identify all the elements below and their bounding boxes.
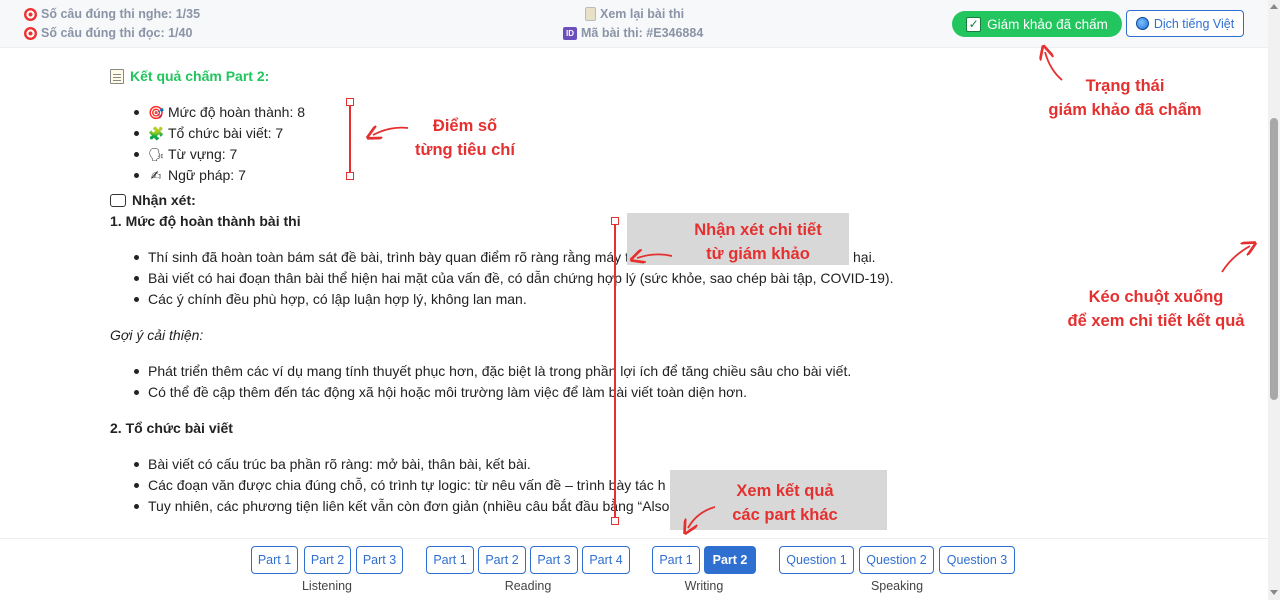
- page-scrollbar[interactable]: [1268, 0, 1280, 600]
- annotation-scores: Điểm số từng tiêu chí: [390, 114, 540, 162]
- writing-part-2-button[interactable]: Part 2: [704, 546, 756, 574]
- reading-part-2-button[interactable]: Part 2: [478, 546, 526, 574]
- list-item-text: Thí sinh đã hoàn toàn bám sát đề bài, tr…: [148, 249, 629, 265]
- graded-status-button[interactable]: ✓ Giám khảo đã chấm: [952, 11, 1122, 37]
- part-navigation: Part 1 Part 2 Part 3 Listening Part 1 Pa…: [0, 538, 1268, 600]
- memo-icon: [110, 69, 124, 84]
- criterion-label: Từ vựng: 7: [168, 146, 238, 162]
- listening-score: Số câu đúng thi nghe: 1/35: [24, 7, 200, 21]
- scrollbar-thumb[interactable]: [1270, 118, 1278, 400]
- exam-code-text: Mã bài thi: #E346884: [581, 26, 704, 40]
- section-title-text: Kết quả chấm Part 2:: [130, 68, 270, 84]
- translate-button[interactable]: Dịch tiếng Việt: [1126, 10, 1244, 37]
- criterion-label: Ngữ pháp: 7: [168, 167, 246, 183]
- reading-score-text: Số câu đúng thi đọc: 1/40: [41, 26, 193, 40]
- section-title: Kết quả chấm Part 2:: [110, 66, 910, 87]
- list-item: Có thể đề cập thêm đến tác động xã hội h…: [110, 382, 910, 403]
- annotation-text: các part khác: [732, 506, 838, 524]
- criterion-label: Mức độ hoàn thành: 8: [168, 104, 306, 120]
- speaking-question-3-button[interactable]: Question 3: [939, 546, 1015, 574]
- annotation-text: Trạng thái: [1085, 77, 1165, 95]
- comment-heading: Nhận xét:: [110, 190, 910, 211]
- annotation-status: Trạng thái giám khảo đã chấm: [1010, 74, 1240, 122]
- criterion-label: Tổ chức bài viết: 7: [168, 125, 284, 141]
- review-exam-text: Xem lại bài thi: [600, 7, 685, 21]
- scroll-up-icon[interactable]: [1270, 4, 1278, 9]
- annotation-handle: [611, 517, 619, 525]
- suggest-label: Gợi ý cải thiện:: [110, 327, 204, 343]
- target-icon: [24, 7, 37, 21]
- list-item: Phát triển thêm các ví dụ mang tính thuy…: [110, 361, 910, 382]
- translate-label: Dịch tiếng Việt: [1153, 16, 1235, 31]
- comment-heading-text: Nhận xét:: [132, 192, 196, 208]
- writing-hand-icon: ✍: [150, 168, 162, 183]
- annotation-text: Điểm số: [432, 117, 498, 135]
- reading-part-1-button[interactable]: Part 1: [426, 546, 474, 574]
- annotation-scroll: Kéo chuột xuống để xem chi tiết kết quả: [1046, 285, 1266, 333]
- target-icon: [24, 26, 37, 40]
- annotation-parts: Xem kết quả các part khác: [700, 479, 870, 527]
- globe-icon: [1135, 17, 1149, 30]
- scroll-icon: [585, 7, 596, 21]
- annotation-text: Kéo chuột xuống: [1088, 288, 1224, 306]
- target-icon: 🎯: [148, 105, 165, 120]
- reading-part-3-button[interactable]: Part 3: [530, 546, 578, 574]
- listening-part-1-button[interactable]: Part 1: [251, 546, 298, 574]
- id-icon: ID: [563, 26, 577, 40]
- listening-part-3-button[interactable]: Part 3: [356, 546, 403, 574]
- annotation-handle: [346, 98, 354, 106]
- listening-group-label: Listening: [301, 579, 353, 593]
- list-item: Các ý chính đều phù hợp, có lập luận hợp…: [110, 289, 910, 310]
- check-icon: ✓: [966, 16, 982, 32]
- speaking-group-label: Speaking: [870, 579, 924, 593]
- writing-part-1-button[interactable]: Part 1: [652, 546, 700, 574]
- list-item: Bài viết có hai đoạn thân bài thể hiện h…: [110, 268, 910, 289]
- annotation-text: để xem chi tiết kết quả: [1067, 312, 1245, 330]
- annotation-comments: Nhận xét chi tiết từ giám khảo: [660, 218, 856, 266]
- listening-part-2-button[interactable]: Part 2: [304, 546, 351, 574]
- annotation-text: giám khảo đã chấm: [1048, 101, 1202, 119]
- reading-group-label: Reading: [504, 579, 552, 593]
- annotation-handle: [611, 217, 619, 225]
- annotation-text: Xem kết quả: [736, 482, 834, 500]
- exam-code: ID Mã bài thi: #E346884: [563, 26, 703, 40]
- annotation-text: từ giám khảo: [706, 245, 810, 263]
- graded-status-label: Giám khảo đã chấm: [987, 16, 1108, 32]
- criterion-grammar: ✍ Ngữ pháp: 7: [110, 165, 910, 186]
- writing-group-label: Writing: [684, 579, 724, 593]
- review-exam-link[interactable]: Xem lại bài thi: [585, 7, 684, 21]
- speaking-head-icon: 🗣: [148, 147, 165, 162]
- speaking-question-2-button[interactable]: Question 2: [859, 546, 934, 574]
- scroll-down-icon[interactable]: [1270, 590, 1278, 595]
- speaking-question-1-button[interactable]: Question 1: [779, 546, 854, 574]
- reading-part-4-button[interactable]: Part 4: [582, 546, 630, 574]
- listening-score-text: Số câu đúng thi nghe: 1/35: [41, 7, 201, 21]
- annotation-text: Nhận xét chi tiết: [694, 221, 822, 239]
- arrow-to-scrollbar: [1221, 246, 1250, 273]
- annotation-handle: [346, 172, 354, 180]
- speech-bubble-icon: [110, 194, 126, 207]
- annotation-text: từng tiêu chí: [415, 141, 515, 159]
- puzzle-icon: 🧩: [148, 126, 165, 141]
- suggest-list: Phát triển thêm các ví dụ mang tính thuy…: [110, 361, 910, 403]
- annotation-line-comments: [614, 222, 616, 521]
- section-2-title: 2. Tổ chức bài viết: [110, 420, 233, 436]
- reading-score: Số câu đúng thi đọc: 1/40: [24, 26, 192, 40]
- list-item-tail: hại.: [853, 249, 876, 265]
- annotation-line-scores: [349, 103, 351, 176]
